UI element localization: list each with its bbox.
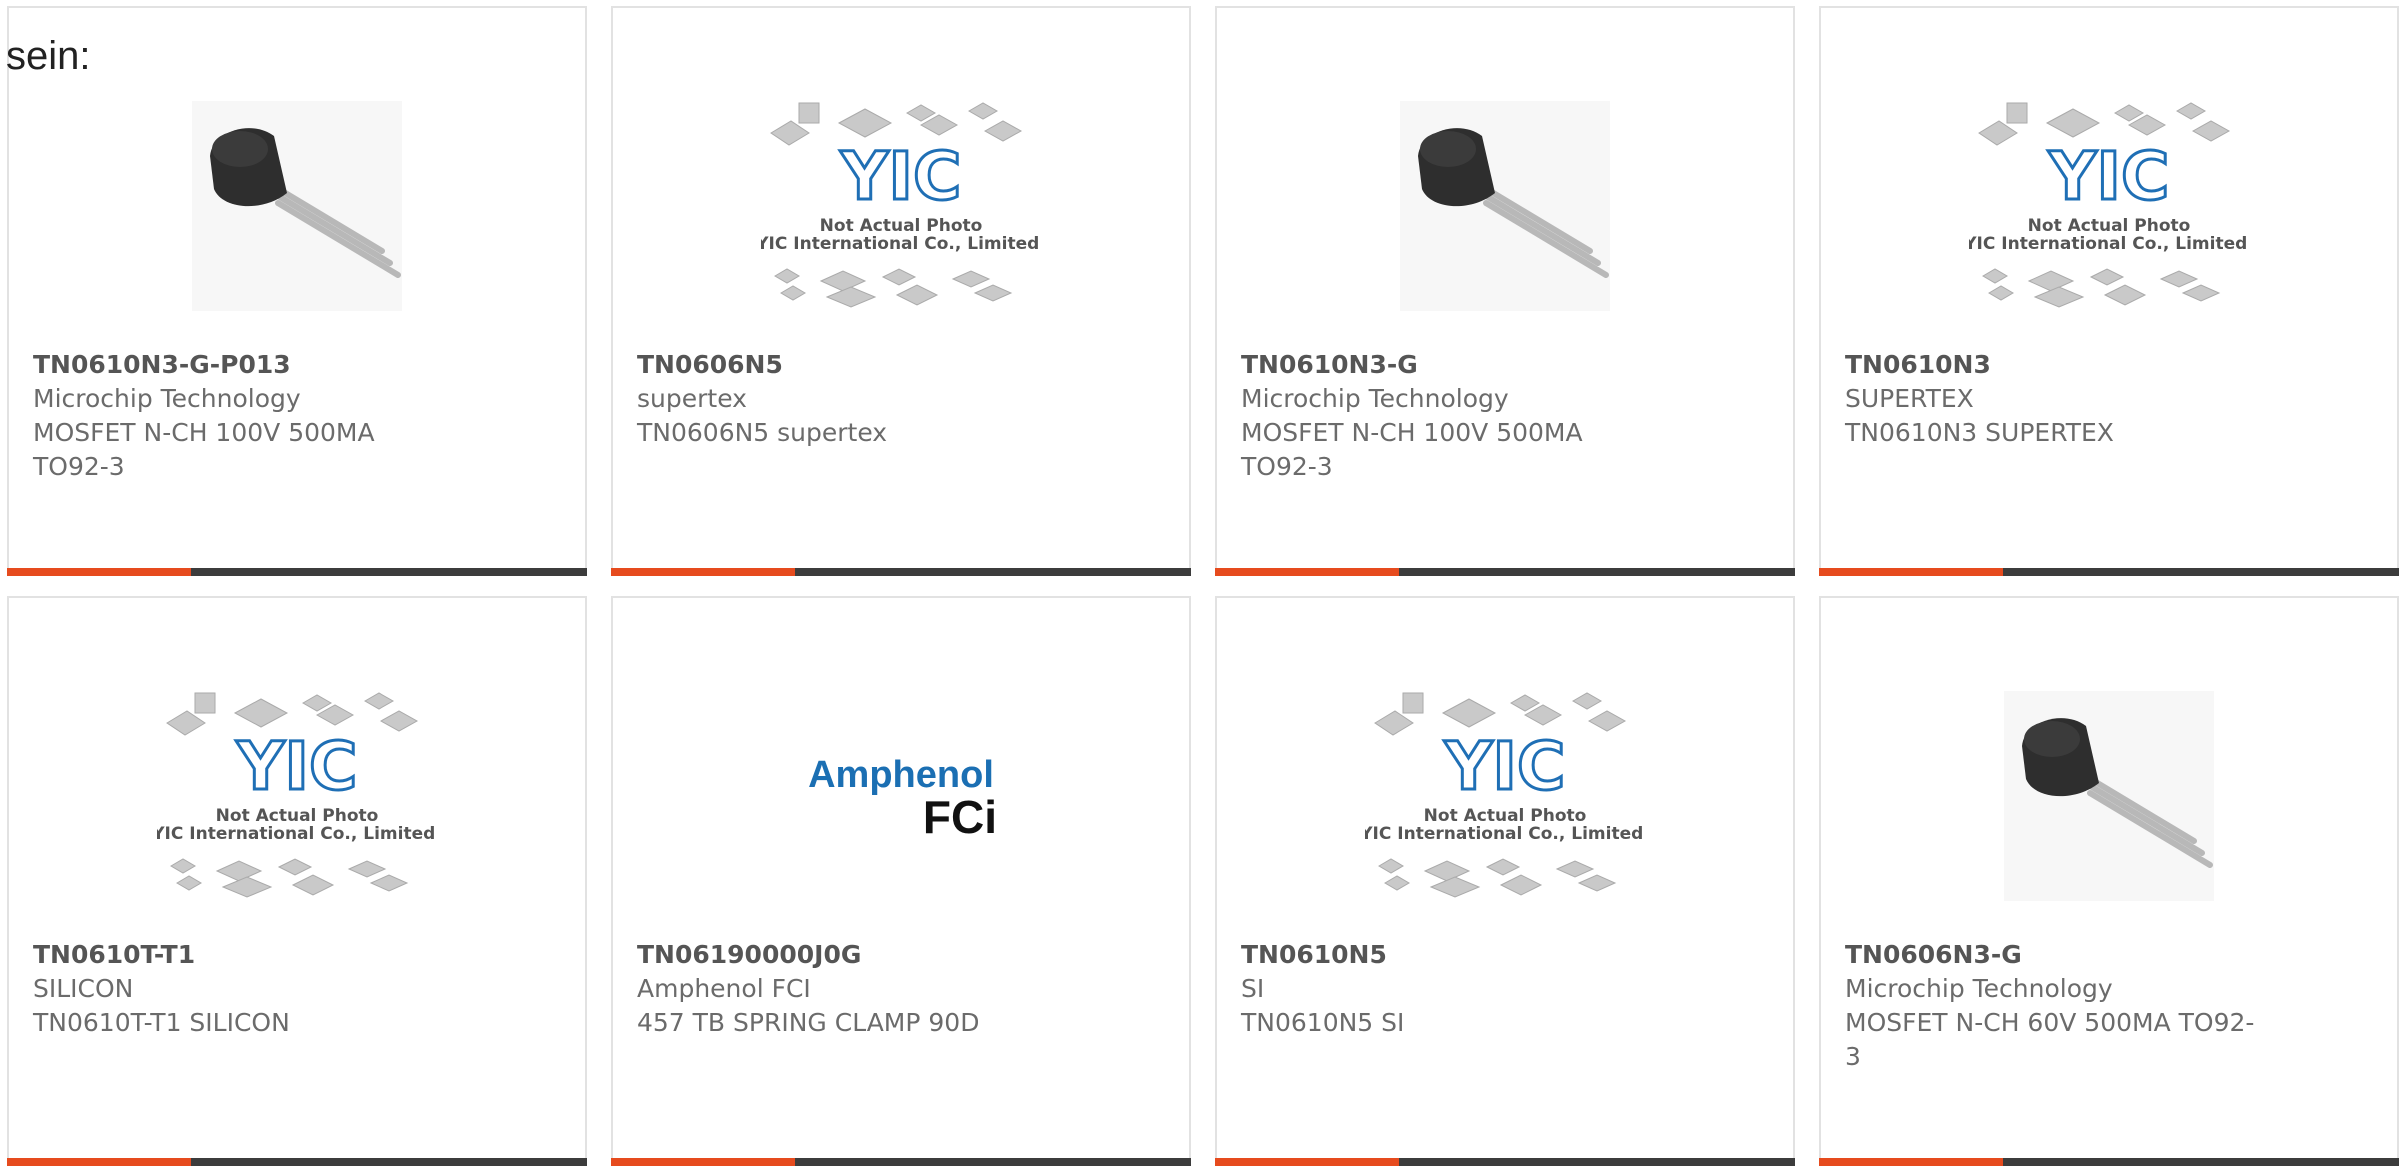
product-card[interactable]: TN0610N3-G-P013 Microchip Technology MOS…	[7, 6, 587, 576]
card-bar-accent	[1819, 568, 2003, 576]
product-card[interactable]: YIC Not Actual Photo YIC International C…	[611, 6, 1191, 576]
manufacturer: SUPERTEX	[1845, 384, 1974, 413]
manufacturer: supertex	[637, 384, 747, 413]
part-number-link[interactable]: TN0606N5	[637, 348, 1077, 382]
yic-placeholder-icon: YIC Not Actual Photo YIC International C…	[157, 692, 437, 898]
card-bar-accent	[1215, 568, 1399, 576]
part-number-link[interactable]: TN0610N3	[1845, 348, 2285, 382]
description-line: TN0610T-T1 SILICON	[33, 1008, 290, 1037]
product-image[interactable]: Amphenol FCi	[613, 656, 1189, 936]
card-bottom-bar	[7, 568, 587, 576]
product-image[interactable]: YIC Not Actual Photo YIC International C…	[1821, 66, 2397, 346]
description-line: TN0610N5 SI	[1241, 1008, 1405, 1037]
product-card[interactable]: YIC Not Actual Photo YIC International C…	[1215, 596, 1795, 1166]
placeholder-caption: YIC International Co., Limited.	[1365, 824, 1645, 844]
placeholder-caption: Not Actual Photo	[216, 806, 379, 826]
placeholder-caption: YIC International Co., Limited.	[761, 234, 1041, 254]
product-image[interactable]: YIC Not Actual Photo YIC International C…	[9, 656, 585, 936]
card-bar-accent	[611, 1158, 795, 1166]
description-line: MOSFET N-CH 100V 500MA	[1241, 418, 1583, 447]
yic-placeholder-icon: YIC Not Actual Photo YIC International C…	[1969, 102, 2249, 308]
transistor-photo-icon	[1400, 101, 1610, 311]
product-info: TN0610N5 SI TN0610N5 SI	[1241, 938, 1681, 1040]
yic-placeholder-icon: YIC Not Actual Photo YIC International C…	[1365, 692, 1645, 898]
product-image[interactable]: YIC Not Actual Photo YIC International C…	[613, 66, 1189, 346]
card-bottom-bar	[1819, 1158, 2399, 1166]
product-image[interactable]	[1821, 656, 2397, 936]
product-image[interactable]: YIC Not Actual Photo YIC International C…	[1217, 656, 1793, 936]
part-number-link[interactable]: TN0610T-T1	[33, 938, 473, 972]
card-bar-accent	[7, 1158, 191, 1166]
manufacturer: SILICON	[33, 974, 134, 1003]
product-card[interactable]: Amphenol FCi TN06190000J0G Amphenol FCI …	[611, 596, 1191, 1166]
description-line: TN0606N5 supertex	[637, 418, 888, 447]
placeholder-caption: Not Actual Photo	[1424, 806, 1587, 826]
card-bar-accent	[1215, 1158, 1399, 1166]
logo-text: Amphenol	[808, 754, 994, 796]
card-bottom-bar	[7, 1158, 587, 1166]
card-bar-accent	[7, 568, 191, 576]
manufacturer: Microchip Technology	[1845, 974, 2113, 1003]
product-info: TN0606N5 supertex TN0606N5 supertex	[637, 348, 1077, 450]
yic-logo: YIC	[1444, 728, 1566, 805]
description-line: TO92-3	[33, 452, 125, 481]
placeholder-caption: YIC International Co., Limited.	[157, 824, 437, 844]
logo-text: FCi	[923, 791, 997, 841]
manufacturer: SI	[1241, 974, 1265, 1003]
product-card[interactable]: TN0606N3-G Microchip Technology MOSFET N…	[1819, 596, 2399, 1166]
placeholder-caption: Not Actual Photo	[820, 216, 983, 236]
card-bottom-bar	[611, 568, 1191, 576]
product-info: TN0610N3-G Microchip Technology MOSFET N…	[1241, 348, 1681, 484]
manufacturer: Amphenol FCI	[637, 974, 811, 1003]
product-card[interactable]: YIC Not Actual Photo YIC International C…	[1819, 6, 2399, 576]
manufacturer: Microchip Technology	[1241, 384, 1509, 413]
yic-placeholder-icon: YIC Not Actual Photo YIC International C…	[761, 102, 1041, 308]
yic-logo: YIC	[236, 728, 358, 805]
card-bottom-bar	[1215, 568, 1795, 576]
product-grid: TN0610N3-G-P013 Microchip Technology MOS…	[7, 6, 2399, 1166]
transistor-photo-icon	[2004, 691, 2214, 901]
description-line: 457 TB SPRING CLAMP 90D	[637, 1008, 980, 1037]
part-number-link[interactable]: TN0606N3-G	[1845, 938, 2285, 972]
description-line: TO92-3	[1241, 452, 1333, 481]
yic-logo: YIC	[840, 138, 962, 215]
description-line: 3	[1845, 1042, 1861, 1071]
lead-text: sein:	[6, 34, 91, 78]
product-card[interactable]: TN0610N3-G Microchip Technology MOSFET N…	[1215, 6, 1795, 576]
manufacturer: Microchip Technology	[33, 384, 301, 413]
placeholder-caption: YIC International Co., Limited.	[1969, 234, 2249, 254]
product-info: TN0606N3-G Microchip Technology MOSFET N…	[1845, 938, 2285, 1074]
transistor-photo-icon	[192, 101, 402, 311]
placeholder-caption: Not Actual Photo	[2028, 216, 2191, 236]
amphenol-fci-logo-icon: Amphenol FCi	[808, 754, 997, 841]
product-info: TN06190000J0G Amphenol FCI 457 TB SPRING…	[637, 938, 1077, 1040]
card-bar-accent	[611, 568, 795, 576]
part-number-link[interactable]: TN0610N3-G-P013	[33, 348, 473, 382]
product-info: TN0610N3 SUPERTEX TN0610N3 SUPERTEX	[1845, 348, 2285, 450]
product-image[interactable]	[9, 66, 585, 346]
card-bottom-bar	[1819, 568, 2399, 576]
product-info: TN0610T-T1 SILICON TN0610T-T1 SILICON	[33, 938, 473, 1040]
part-number-link[interactable]: TN0610N3-G	[1241, 348, 1681, 382]
card-bottom-bar	[1215, 1158, 1795, 1166]
description-line: MOSFET N-CH 60V 500MA TO92-	[1845, 1008, 2255, 1037]
description-line: TN0610N3 SUPERTEX	[1845, 418, 2114, 447]
part-number-link[interactable]: TN06190000J0G	[637, 938, 1077, 972]
product-image[interactable]	[1217, 66, 1793, 346]
product-info: TN0610N3-G-P013 Microchip Technology MOS…	[33, 348, 473, 484]
card-bottom-bar	[611, 1158, 1191, 1166]
part-number-link[interactable]: TN0610N5	[1241, 938, 1681, 972]
description-line: MOSFET N-CH 100V 500MA	[33, 418, 375, 447]
product-card[interactable]: YIC Not Actual Photo YIC International C…	[7, 596, 587, 1166]
card-bar-accent	[1819, 1158, 2003, 1166]
yic-logo: YIC	[2048, 138, 2170, 215]
